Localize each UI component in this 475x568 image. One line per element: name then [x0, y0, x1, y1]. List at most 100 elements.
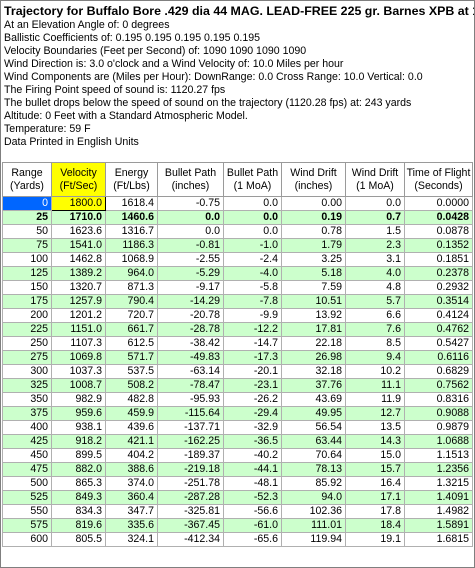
table-cell: 1.4982 — [404, 504, 473, 519]
column-header: Wind Drift (1 MoA) — [345, 162, 405, 197]
table-row: 575 819.6 335.6 -367.45 -61.0 111.01 18.4 1.589… — [2, 518, 473, 533]
table-cell: 75 — [2, 238, 52, 253]
table-cell: -2.55 — [157, 252, 224, 267]
table-cell: 918.2 — [51, 434, 106, 449]
table-cell: 0.4124 — [404, 308, 473, 323]
parameter-line: Velocity Boundaries (Feet per Second) of… — [4, 45, 307, 57]
table-cell: 0.0428 — [404, 210, 473, 225]
table-cell: -162.25 — [157, 434, 224, 449]
table-cell: 1069.8 — [51, 350, 106, 365]
parameter-line: Wind Components are (Miles per Hour): Do… — [4, 71, 423, 83]
table-cell: -1.0 — [223, 238, 282, 253]
table-row: 300 1037.3 537.5 -63.14 -20.1 32.18 10.2 0.6829 — [2, 364, 473, 379]
table-cell: 13.92 — [281, 308, 346, 323]
table-cell: 425 — [2, 434, 52, 449]
table-cell: 374.0 — [105, 476, 158, 491]
table-cell: 0.2378 — [404, 266, 473, 281]
column-header-unit: (Ft/Sec) — [59, 179, 98, 192]
table-cell: 1186.3 — [105, 238, 158, 253]
trajectory-report: Trajectory for Buffalo Bore .429 dia 44 … — [0, 0, 475, 568]
table-cell: 325 — [2, 378, 52, 393]
table-cell: -63.14 — [157, 364, 224, 379]
table-cell: -61.0 — [223, 518, 282, 533]
table-cell: -32.9 — [223, 420, 282, 435]
table-cell: -44.1 — [223, 462, 282, 477]
table-cell: 17.81 — [281, 322, 346, 337]
table-cell: 12.7 — [345, 406, 405, 421]
parameter-line: The Firing Point speed of sound is: 1120… — [4, 84, 226, 96]
table-cell: 1257.9 — [51, 294, 106, 309]
table-cell: 16.4 — [345, 476, 405, 491]
table-cell: -95.93 — [157, 392, 224, 407]
table-cell: 11.1 — [345, 378, 405, 393]
table-cell: 25 — [2, 210, 52, 225]
column-header-title: Wind Drift — [290, 166, 337, 179]
table-cell: 5.18 — [281, 266, 346, 281]
table-cell: -36.5 — [223, 434, 282, 449]
table-row: 475 882.0 388.6 -219.18 -44.1 78.13 15.7 1.2356 — [2, 462, 473, 477]
table-cell: 865.3 — [51, 476, 106, 491]
table-cell: 4.0 — [345, 266, 405, 281]
table-cell: -9.9 — [223, 308, 282, 323]
table-cell: 0.6829 — [404, 364, 473, 379]
table-cell: 0.0 — [345, 196, 405, 211]
table-cell: 0.0878 — [404, 224, 473, 239]
table-row: 350 982.9 482.8 -95.93 -26.2 43.69 11.9 0.8316 — [2, 392, 473, 407]
parameter-line: Altitude: 0 Feet with a Standard Atmosph… — [4, 110, 248, 122]
table-cell: 550 — [2, 504, 52, 519]
table-cell: 111.01 — [281, 518, 346, 533]
table-cell: 1.1513 — [404, 448, 473, 463]
table-cell: 421.1 — [105, 434, 158, 449]
table-cell: 14.3 — [345, 434, 405, 449]
table-cell: 600 — [2, 532, 52, 547]
table-cell: 3.1 — [345, 252, 405, 267]
table-cell: -219.18 — [157, 462, 224, 477]
table-cell: 119.94 — [281, 532, 346, 547]
table-row: 25 1710.0 1460.6 0.0 0.0 0.19 0.7 0.0428 — [2, 210, 473, 225]
table-cell: 0.9088 — [404, 406, 473, 421]
table-row: 525 849.3 360.4 -287.28 -52.3 94.0 17.1 1.4091 — [2, 490, 473, 505]
parameter-line: Temperature: 59 F — [4, 123, 91, 135]
table-cell: 0.0 — [157, 210, 224, 225]
table-row: 50 1623.6 1316.7 0.0 0.0 0.78 1.5 0.0878 — [2, 224, 473, 239]
table-row: 500 865.3 374.0 -251.78 -48.1 85.92 16.4 1.3215 — [2, 476, 473, 491]
table-cell: 899.5 — [51, 448, 106, 463]
table-cell: 0.3514 — [404, 294, 473, 309]
table-cell: -49.83 — [157, 350, 224, 365]
table-cell: 982.9 — [51, 392, 106, 407]
table-cell: 250 — [2, 336, 52, 351]
table-cell: 324.1 — [105, 532, 158, 547]
table-cell: -26.2 — [223, 392, 282, 407]
table-cell: 0.78 — [281, 224, 346, 239]
table-cell: 350 — [2, 392, 52, 407]
table-cell: 3.25 — [281, 252, 346, 267]
table-cell: -38.42 — [157, 336, 224, 351]
table-row: 150 1320.7 871.3 -9.17 -5.8 7.59 4.8 0.2932 — [2, 280, 473, 295]
table-cell: 0.0 — [157, 224, 224, 239]
table-cell: -412.34 — [157, 532, 224, 547]
table-row: 325 1008.7 508.2 -78.47 -23.1 37.76 11.1 0.7562 — [2, 378, 473, 393]
column-header-unit: (inches) — [171, 179, 210, 192]
table-cell: 525 — [2, 490, 52, 505]
column-header-unit: (inches) — [294, 179, 333, 192]
table-cell: 1320.7 — [51, 280, 106, 295]
column-header-unit: (1 MoA) — [233, 179, 272, 192]
table-row: 125 1389.2 964.0 -5.29 -4.0 5.18 4.0 0.2378 — [2, 266, 473, 281]
parameter-line: Ballistic Coefficients of: 0.195 0.195 0… — [4, 32, 260, 44]
table-cell: 1.79 — [281, 238, 346, 253]
column-header-title: Time of Flight — [406, 166, 471, 179]
column-header-unit: (Ft/Lbs) — [113, 179, 150, 192]
table-cell: 275 — [2, 350, 52, 365]
table-cell: -0.75 — [157, 196, 224, 211]
table-cell: 56.54 — [281, 420, 346, 435]
table-cell: 19.1 — [345, 532, 405, 547]
table-cell: -40.2 — [223, 448, 282, 463]
table-body: 0 1800.0 1618.4 -0.75 0.0 0.00 0.0 0.0000 25 1710… — [2, 196, 473, 547]
table-cell: 849.3 — [51, 490, 106, 505]
table-cell: 13.5 — [345, 420, 405, 435]
table-cell: 0.8316 — [404, 392, 473, 407]
column-header: Energy (Ft/Lbs) — [105, 162, 158, 197]
table-cell: 225 — [2, 322, 52, 337]
column-header-unit: (Yards) — [10, 179, 44, 192]
table-cell: 8.5 — [345, 336, 405, 351]
